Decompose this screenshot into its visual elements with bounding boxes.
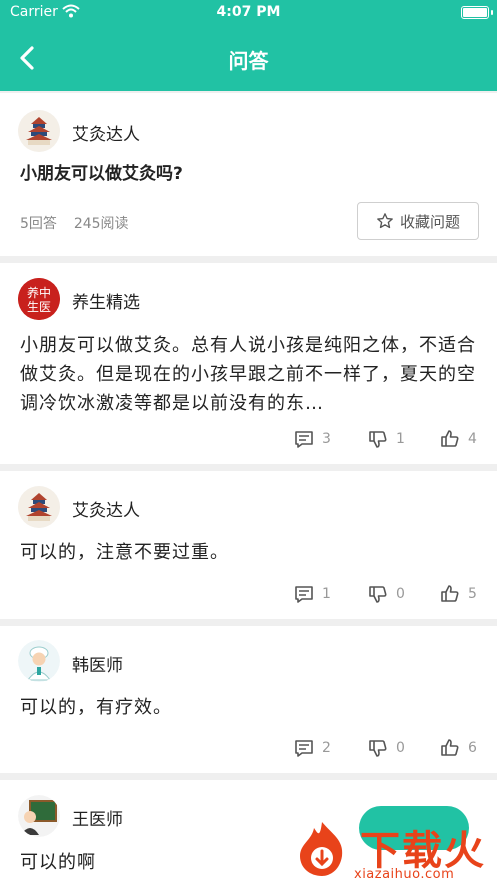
teacher-avatar [18, 795, 60, 837]
thumbs-up-icon [441, 585, 459, 602]
like-button[interactable]: 6 [440, 738, 477, 758]
thumbs-down-icon [369, 431, 387, 448]
temple-icon [18, 110, 60, 152]
flame-logo-icon [300, 822, 343, 876]
answer-card: 韩医师 可以的，有疗效。 2 0 6 [0, 626, 497, 773]
answer-author[interactable]: 艾灸达人 [72, 496, 140, 521]
watermark: 下载火 xiazaihuo.com [292, 806, 497, 883]
favorite-question-label: 收藏问题 [399, 213, 460, 231]
dislike-button[interactable]: 0 [368, 738, 405, 758]
answer-author[interactable]: 韩医师 [72, 651, 123, 676]
answer-card: 艾灸达人 可以的，注意不要过重。 1 0 5 [0, 471, 497, 619]
comment-button[interactable]: 2 [294, 738, 331, 758]
comment-icon [295, 586, 313, 603]
status-time: 4:07 PM [216, 4, 281, 20]
comment-count: 2 [322, 740, 331, 756]
comment-icon [295, 740, 313, 757]
question-stats: 5回答 245阅读 [20, 213, 129, 233]
question-author[interactable]: 艾灸达人 [72, 120, 140, 145]
like-button[interactable]: 5 [440, 584, 477, 604]
dislike-count: 1 [396, 431, 405, 447]
answer-author[interactable]: 王医师 [72, 805, 123, 830]
dislike-count: 0 [396, 740, 405, 756]
avatar[interactable] [18, 486, 60, 528]
like-count: 4 [468, 431, 477, 447]
logo-avatar: 养中 生医 [18, 278, 60, 320]
question-title: 小朋友可以做艾灸吗? [20, 164, 183, 184]
answer-author[interactable]: 养生精选 [72, 288, 140, 313]
answer-text: 小朋友可以做艾灸。总有人说小孩是纯阳之体，不适合做艾灸。但是现在的小孩早跟之前不… [20, 335, 476, 414]
watermark-url: xiazaihuo.com [354, 867, 455, 882]
like-button[interactable]: 4 [440, 429, 477, 449]
comment-count: 3 [322, 431, 331, 447]
answer-card: 养中 生医 养生精选 小朋友可以做艾灸。总有人说小孩是纯阳之体，不适合做艾灸。但… [0, 263, 497, 464]
thumbs-down-icon [369, 740, 387, 757]
svg-text:养中: 养中 [27, 285, 51, 300]
dislike-button[interactable]: 1 [368, 429, 405, 449]
comment-button[interactable]: 1 [294, 584, 331, 604]
star-icon [377, 212, 393, 228]
status-bar: Carrier 4:07 PM [0, 0, 497, 27]
app-header: Carrier 4:07 PM 问答 [0, 0, 497, 91]
page-title: 问答 [228, 49, 269, 73]
answer-text: 可以的，注意不要过重。 [20, 542, 229, 563]
comment-button[interactable]: 3 [294, 429, 331, 449]
svg-text:生医: 生医 [27, 300, 51, 314]
thumbs-up-icon [441, 739, 459, 756]
avatar[interactable] [18, 795, 60, 837]
answer-text: 可以的，有疗效。 [20, 697, 172, 718]
thumbs-down-icon [369, 586, 387, 603]
temple-icon [18, 486, 60, 528]
avatar[interactable] [18, 110, 60, 152]
reads-count: 245阅读 [73, 216, 129, 232]
avatar[interactable] [18, 640, 60, 682]
like-count: 6 [468, 740, 477, 756]
dislike-count: 0 [396, 586, 405, 602]
favorite-question-button[interactable]: 收藏问题 [357, 202, 479, 240]
comment-count: 1 [322, 586, 331, 602]
comment-icon [295, 431, 313, 448]
dislike-button[interactable]: 0 [368, 584, 405, 604]
answers-count: 5回答 [20, 216, 57, 232]
thumbs-up-icon [441, 430, 459, 447]
like-count: 5 [468, 586, 477, 602]
avatar[interactable]: 养中 生医 [18, 278, 60, 320]
doctor-avatar [18, 640, 60, 682]
battery-icon [461, 6, 493, 19]
